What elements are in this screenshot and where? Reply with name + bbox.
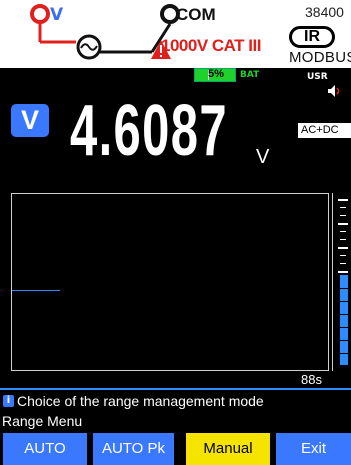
ir-badge: IR [289, 26, 335, 48]
coupling-badge: AC+DC [298, 123, 351, 138]
menu-title: Range Menu [2, 413, 83, 429]
exit-button[interactable]: Exit [276, 433, 351, 465]
manual-button[interactable]: Manual [186, 433, 270, 465]
com-terminal-label: COM [176, 5, 216, 24]
help-text: Choice of the range management mode [17, 393, 264, 409]
ac-source-icon [76, 34, 102, 60]
measurement-mode-badge: V [11, 104, 49, 137]
divider-line [0, 388, 351, 390]
graph-time-label: 88s [301, 372, 322, 387]
info-icon: i [3, 395, 14, 407]
reading-unit: V [256, 146, 270, 168]
user-label: USR [307, 72, 328, 82]
battery-percent: 5% [208, 68, 224, 80]
graph-trace [12, 290, 60, 291]
bargraph-scale [332, 193, 348, 371]
help-row: i Choice of the range management mode [0, 391, 351, 413]
v-terminal-label: V [50, 5, 64, 25]
trend-graph [11, 193, 329, 371]
auto-peak-button[interactable]: AUTO Pk [93, 433, 174, 465]
battery-indicator: 5% [194, 68, 236, 82]
auto-button[interactable]: AUTO [3, 433, 87, 465]
battery-label: BAT [240, 70, 260, 80]
category-rating-label: 1000V CAT III [161, 36, 261, 55]
model-number: 38400 [305, 4, 344, 20]
main-reading: 4.6087 [70, 91, 228, 171]
speaker-icon [328, 85, 340, 97]
connection-header: V COM 1000V CAT III 38400 IR MODBUS [0, 0, 351, 68]
protocol-label: MODBUS [289, 49, 351, 66]
